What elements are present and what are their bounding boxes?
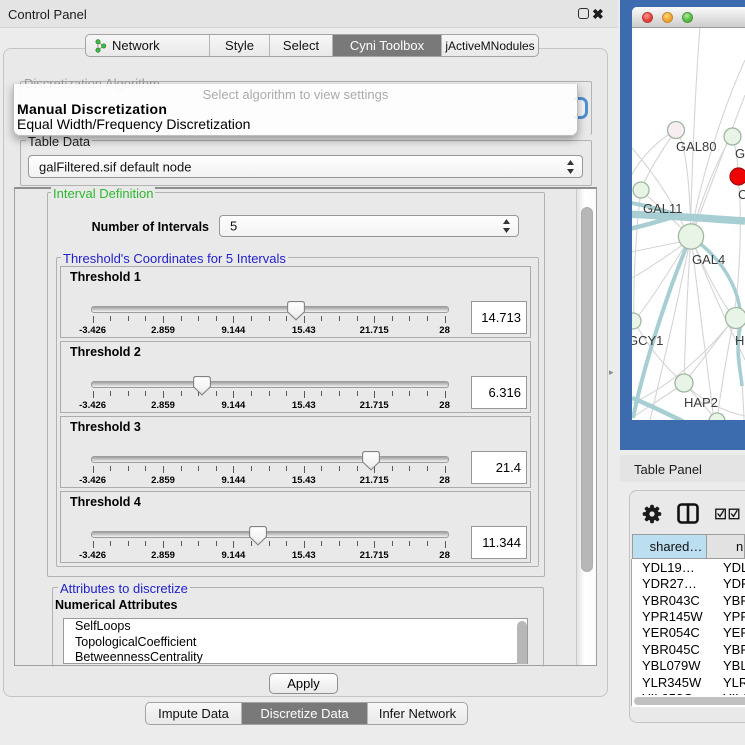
svg-text:GAL4: GAL4 (692, 252, 725, 267)
svg-text:GAL80: GAL80 (676, 139, 716, 154)
svg-text:GCY1: GCY1 (632, 333, 663, 348)
svg-text:C: C (738, 187, 745, 202)
svg-text:GAL11: GAL11 (643, 201, 683, 216)
svg-text:G: G (735, 146, 745, 161)
svg-text:HAP2: HAP2 (684, 395, 718, 410)
svg-text:H: H (735, 333, 744, 348)
